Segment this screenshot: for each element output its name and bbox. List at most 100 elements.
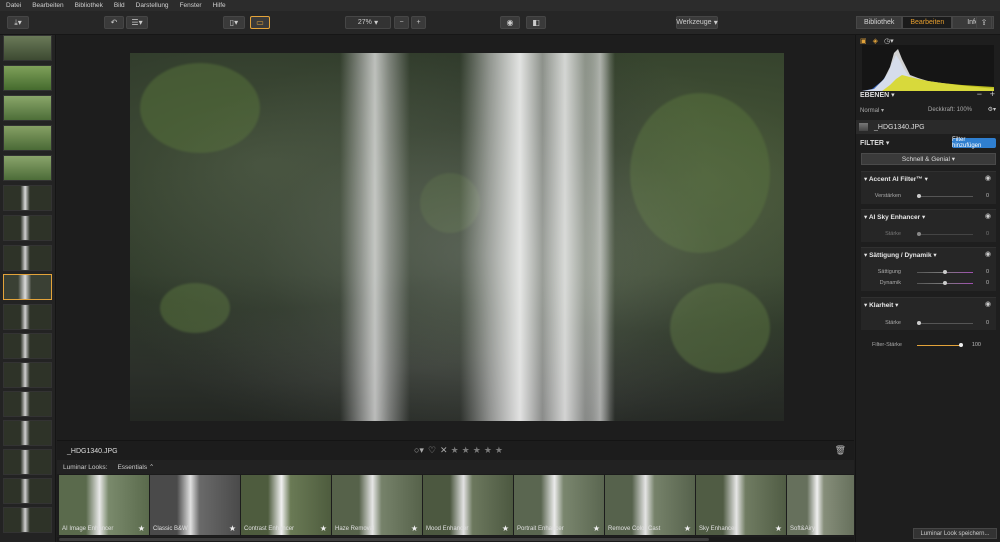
look-preset[interactable]: Portrait Enhancer ★	[514, 475, 604, 535]
undo-button[interactable]: ↶	[104, 16, 124, 29]
look-preset[interactable]: Soft&Airy	[787, 475, 854, 535]
plus-icon[interactable]: +	[990, 89, 995, 99]
menu-datei[interactable]: Datei	[6, 2, 21, 9]
menu-bearbeiten[interactable]: Bearbeiten	[32, 2, 63, 9]
filter-name[interactable]: ▾ AI Sky Enhancer ▾	[864, 213, 925, 221]
slider-knob[interactable]	[917, 321, 921, 325]
tab-bibliothek[interactable]: Bibliothek	[856, 16, 903, 29]
zoom-out-button[interactable]: −	[394, 16, 409, 29]
preview-button[interactable]: ◉	[500, 16, 520, 29]
filmstrip-toggle-button[interactable]: ▭	[250, 16, 270, 29]
filmstrip-thumb[interactable]	[3, 478, 52, 504]
filmstrip-thumb[interactable]	[3, 304, 52, 330]
filmstrip-thumb[interactable]	[3, 333, 52, 359]
filmstrip-thumb[interactable]	[3, 507, 52, 533]
look-preset[interactable]: AI Image Enhancer ★	[59, 475, 149, 535]
menu-bibliothek[interactable]: Bibliothek	[75, 2, 103, 9]
looks-scrollbar[interactable]	[57, 537, 854, 542]
star-icon[interactable]: ★	[684, 524, 691, 533]
zoom-select[interactable]: 27% ▾	[345, 16, 391, 29]
share-button[interactable]: ⇪	[976, 16, 992, 29]
filter-name[interactable]: ▾ Sättigung / Dynamik ▾	[864, 251, 937, 259]
slider-dynamik[interactable]: Dynamik 0	[861, 279, 996, 288]
look-preset[interactable]: Contrast Enhancer ★	[241, 475, 331, 535]
save-look-button[interactable]: Luminar Look speichern...	[913, 528, 997, 539]
opacity-value[interactable]: Deckkraft: 100%	[928, 107, 972, 113]
filmstrip-thumb[interactable]	[3, 35, 52, 61]
filmstrip-thumb[interactable]	[3, 420, 52, 446]
star-icon[interactable]: ★	[320, 524, 327, 533]
main-photo[interactable]	[130, 53, 784, 421]
slider-verstaerken[interactable]: Verstärken 0	[861, 192, 996, 201]
menu-fenster[interactable]: Fenster	[180, 2, 202, 9]
slider-track[interactable]	[917, 196, 973, 197]
menu-hilfe[interactable]: Hilfe	[213, 2, 226, 9]
filter-name[interactable]: ▾ Accent AI Filter™ ▾	[864, 175, 928, 183]
filmstrip-thumb[interactable]	[3, 245, 52, 271]
import-button[interactable]: ⤓▾	[7, 16, 29, 29]
reject-icon[interactable]: ✕	[440, 445, 448, 456]
look-preset[interactable]: Classic B&W ★	[150, 475, 240, 535]
slider-track[interactable]	[917, 323, 973, 324]
layer-item[interactable]: _HDG1340.JPG	[856, 120, 1000, 134]
clock-icon[interactable]: ◷▾	[884, 37, 894, 45]
looks-collection-select[interactable]: Essentials ⌃	[117, 463, 154, 471]
layers-icon[interactable]: ◈	[873, 37, 878, 45]
filmstrip-thumb[interactable]	[3, 362, 52, 388]
zoom-in-button[interactable]: +	[411, 16, 426, 29]
eye-icon[interactable]: ◉	[985, 250, 991, 258]
look-preset[interactable]: Sky Enhancer ★	[696, 475, 786, 535]
preset-group-button[interactable]: Schnell & Genial ▾	[861, 153, 996, 165]
color-label-icon[interactable]: ○▾	[414, 445, 424, 456]
filmstrip-thumb-selected[interactable]	[3, 274, 52, 300]
menu-bild[interactable]: Bild	[114, 2, 125, 9]
slider-knob[interactable]	[943, 270, 947, 274]
slider-saettigung[interactable]: Sättigung 0	[861, 268, 996, 277]
look-preset[interactable]: Haze Removal ★	[332, 475, 422, 535]
tab-bearbeiten[interactable]: Bearbeiten	[902, 16, 953, 29]
filmstrip-thumb[interactable]	[3, 449, 52, 475]
filmstrip-thumb[interactable]	[3, 65, 52, 91]
eye-icon[interactable]: ◉	[985, 174, 991, 182]
star-icon[interactable]: ★	[229, 524, 236, 533]
blend-mode-select[interactable]: Normal ▾	[860, 107, 884, 114]
look-preset[interactable]: Mood Enhancer ★	[423, 475, 513, 535]
gear-icon[interactable]: ⚙▾	[988, 106, 996, 113]
filter-strength-slider[interactable]: Filter-Stärke 100	[861, 341, 996, 350]
filmstrip-thumb[interactable]	[3, 95, 52, 121]
look-preset[interactable]: Remove Color Cast ★	[605, 475, 695, 535]
star-icon[interactable]: ★	[484, 445, 492, 456]
filter-name[interactable]: ▾ Klarheit ▾	[864, 301, 898, 309]
looks-scrollbar-thumb[interactable]	[59, 538, 709, 541]
star-icon[interactable]: ★	[593, 524, 600, 533]
filmstrip-thumb[interactable]	[3, 155, 52, 181]
filmstrip-thumb[interactable]	[3, 125, 52, 151]
slider-knob[interactable]	[959, 343, 963, 347]
star-icon[interactable]: ★	[502, 524, 509, 533]
slider-knob[interactable]	[917, 194, 921, 198]
filmstrip-thumb[interactable]	[3, 185, 52, 211]
minus-icon[interactable]: −	[977, 89, 982, 99]
canvas-icon[interactable]: ▣	[860, 37, 867, 45]
slider-knob[interactable]	[917, 232, 921, 236]
slider-track[interactable]	[917, 345, 961, 346]
trash-icon[interactable]: 🗑	[835, 445, 846, 456]
slider-staerke[interactable]: Stärke 0	[861, 230, 996, 239]
slider-knob[interactable]	[943, 281, 947, 285]
filmstrip-thumb[interactable]	[3, 391, 52, 417]
star-icon[interactable]: ★	[775, 524, 782, 533]
history-button[interactable]: ☰▾	[126, 16, 148, 29]
star-icon[interactable]: ★	[451, 445, 459, 456]
star-icon[interactable]: ★	[411, 524, 418, 533]
slider-staerke[interactable]: Stärke 0	[861, 319, 996, 328]
add-filter-button[interactable]: Filter hinzufügen	[952, 137, 996, 149]
star-icon[interactable]: ★	[138, 524, 145, 533]
star-icon[interactable]: ★	[495, 445, 503, 456]
eye-icon[interactable]: ◉	[985, 300, 991, 308]
eye-icon[interactable]: ◉	[985, 212, 991, 220]
filmstrip-thumb[interactable]	[3, 215, 52, 241]
menu-darstellung[interactable]: Darstellung	[136, 2, 169, 9]
star-icon[interactable]: ★	[462, 445, 470, 456]
tools-dropdown[interactable]: Werkzeuge ▾	[676, 16, 718, 29]
slider-track[interactable]	[917, 234, 973, 235]
